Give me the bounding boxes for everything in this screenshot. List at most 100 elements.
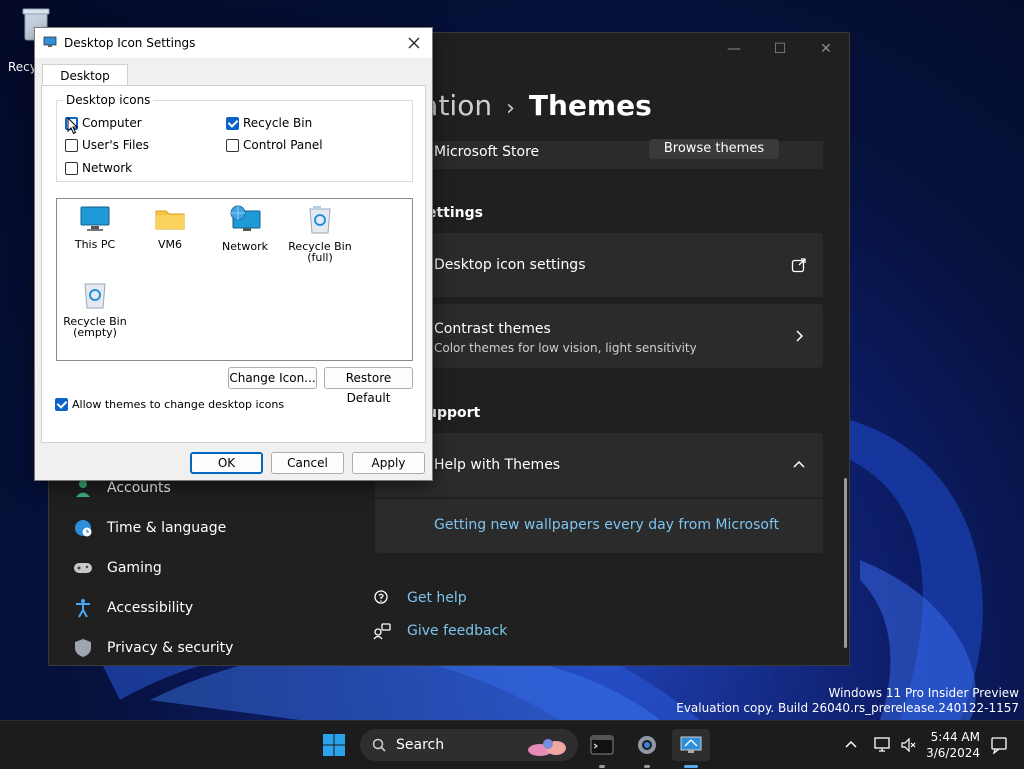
minimize-button[interactable]: — [711,33,757,65]
accounts-icon [76,480,90,497]
checkbox-allow-themes[interactable]: Allow themes to change desktop icons [55,398,284,411]
volume-tray[interactable] [894,729,924,761]
contrast-themes-card[interactable]: Contrast themes Color themes for low vis… [375,304,823,368]
chevron-up-icon [845,740,857,748]
terminal-icon [590,735,614,755]
checkbox-control-panel[interactable]: Control Panel [226,138,323,152]
scrollbar-thumb[interactable] [844,478,847,648]
taskbar-settings[interactable] [631,729,663,761]
cancel-button[interactable]: Cancel [271,452,344,474]
gamepad-icon [74,563,92,573]
breadcrumb-separator: › [506,96,515,121]
help-expanded-panel: Getting new wallpapers every day from Mi… [375,499,823,553]
recycle-bin-empty-icon [84,283,106,309]
network-tray-icon [874,737,890,752]
monitor-settings-icon [680,736,702,753]
list-item[interactable]: This PC [57,205,133,250]
ok-button[interactable]: OK [190,452,263,474]
checkbox-label: Recycle Bin [243,116,313,130]
taskbar-desktop-icon-settings[interactable] [672,729,710,761]
globe-clock-icon [75,520,92,537]
dialog-titlebar[interactable]: Desktop Icon Settings [35,28,432,58]
watermark-line1: Windows 11 Pro Insider Preview [828,686,1019,700]
checkbox-label: Computer [82,116,142,130]
list-item[interactable]: VM6 [132,205,208,250]
desktop-icon-settings-card[interactable]: Desktop icon settings [375,233,823,297]
taskbar-clock[interactable]: 5:44 AM 3/6/2024 [926,729,980,761]
network-icon [230,205,261,231]
related-settings-heading: ettings [427,205,483,221]
search-icon [372,738,386,752]
mouse-cursor [67,117,79,135]
give-feedback-row[interactable]: Give feedback [373,622,507,640]
checkbox-users-files[interactable]: User's Files [65,138,149,152]
notification-icon [991,737,1007,754]
checkbox-box[interactable] [226,138,239,152]
list-item[interactable]: Recycle Bin (full) [282,205,358,263]
apply-button[interactable]: Apply [352,452,425,474]
nav-label-privacy-security: Privacy & security [107,640,234,656]
browse-themes-button[interactable]: Browse themes [649,139,779,159]
list-item[interactable]: Recycle Bin (empty) [57,280,133,338]
start-button[interactable] [318,729,350,761]
checkbox-box[interactable] [65,138,78,152]
external-link-icon [791,258,806,273]
get-help-row[interactable]: Get help [373,589,467,607]
maximize-button[interactable]: ☐ [757,33,803,65]
nav-item-gaming[interactable]: Gaming [73,558,162,578]
icon-list[interactable]: This PC VM6 Network Recycle Bin (full) R… [56,198,413,361]
checkbox-box[interactable] [55,398,68,411]
taskbar-terminal[interactable] [586,729,618,761]
get-help-link[interactable]: Get help [407,590,467,606]
taskbar-search[interactable]: Search [360,729,578,761]
checkbox-box[interactable] [226,116,239,130]
desktop-icon-settings-dialog: Desktop Icon Settings Desktop Icons Desk… [34,27,433,481]
search-highlight-art-icon [528,739,566,756]
clock-time: 5:44 AM [930,730,980,744]
page-title-text: Themes [528,89,652,122]
notification-center[interactable] [988,729,1010,761]
clock-date: 3/6/2024 [926,746,980,760]
monitor-settings-icon [43,36,57,47]
icon-label: VM6 [157,238,182,251]
icon-label: Network [222,240,268,253]
give-feedback-link[interactable]: Give feedback [407,623,507,639]
checkbox-label: User's Files [82,138,150,152]
group-label: Desktop icons [63,93,154,107]
support-heading: upport [427,405,481,421]
checkbox-recycle-bin[interactable]: Recycle Bin [226,116,312,130]
evaluation-watermark: Windows 11 Pro Insider Preview Evaluatio… [676,686,1019,716]
close-icon[interactable] [404,33,424,53]
wallpaper-link[interactable]: Getting new wallpapers every day from Mi… [434,517,779,533]
monitor-icon [80,206,110,231]
desktop-icon-settings-label: Desktop icon settings [434,257,586,273]
folder-icon [155,210,185,230]
caption-buttons: — ☐ ✕ [711,33,849,65]
change-icon-button[interactable]: Change Icon... [228,367,317,389]
close-button[interactable]: ✕ [803,33,849,65]
help-with-themes-card[interactable]: Help with Themes [375,433,823,497]
nav-item-time-language[interactable]: Time & language [73,518,226,538]
chevron-up-icon [793,460,805,468]
nav-item-accounts[interactable]: Accounts [73,478,171,498]
contrast-themes-sublabel: Color themes for low vision, light sensi… [434,341,697,355]
store-card-label: Microsoft Store [434,144,540,160]
nav-item-privacy-security[interactable]: Privacy & security [73,638,233,658]
recycle-bin-full-icon [309,206,331,234]
checkbox-label: Control Panel [243,138,323,152]
windows-logo-icon [323,734,345,756]
desktop-icons-group: Desktop icons Computer Recycle Bin User'… [56,93,413,182]
checkbox-box[interactable] [65,161,78,175]
show-hidden-icons[interactable] [836,729,866,761]
checkbox-label: Allow themes to change desktop icons [72,398,285,411]
tab-desktop-icons[interactable]: Desktop Icons [42,64,128,105]
nav-label-accounts: Accounts [107,480,171,496]
list-item[interactable]: Network [207,205,283,252]
checkbox-network[interactable]: Network [65,161,132,175]
checkbox-label: Network [82,161,133,175]
nav-item-accessibility[interactable]: Accessibility [73,598,193,618]
help-with-themes-label: Help with Themes [434,457,561,473]
restore-default-button[interactable]: Restore Default [324,367,413,405]
feedback-icon [373,623,391,640]
tab-panel: Desktop icons Computer Recycle Bin User'… [41,85,426,443]
